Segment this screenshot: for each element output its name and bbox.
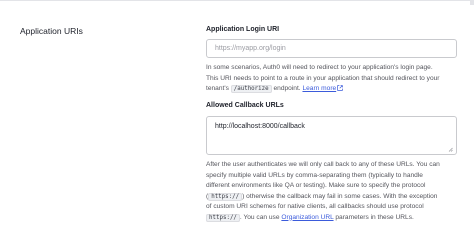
login-uri-label: Application Login URI <box>206 26 280 33</box>
learn-more-label: Learn more <box>302 85 337 92</box>
resize-grip-icon[interactable] <box>448 147 453 152</box>
learn-more-link[interactable]: Learn more <box>302 85 343 92</box>
https-code: https:// <box>208 192 243 201</box>
https-code: https:// <box>206 213 240 222</box>
callback-urls-help: After the user authenticates we will onl… <box>206 160 464 223</box>
login-uri-help-line: tenant's /authorize endpoint. Learn more <box>206 84 464 95</box>
callback-help-line: https://. You can use Organization URL p… <box>206 213 464 224</box>
callback-help-line: of custom URI schemes for native clients… <box>206 203 424 210</box>
help-text: parameters in these URLs. <box>335 213 414 221</box>
login-uri-help-line: In some scenarios, Auth0 will need to re… <box>206 64 433 71</box>
callback-help-line: different environments like QA or testin… <box>206 182 426 189</box>
help-text: endpoint. <box>273 85 301 92</box>
authorize-code: /authorize <box>230 85 272 93</box>
callback-urls-label: Allowed Callback URLs <box>206 102 284 109</box>
external-link-icon <box>337 85 343 91</box>
callback-help-line: (https://) otherwise the callback may fa… <box>206 192 464 203</box>
section-title: Application URIs <box>20 26 83 36</box>
help-text: . You can use <box>239 213 280 221</box>
section-divider <box>0 0 474 1</box>
callback-urls-value: http://localhost:8000/callback <box>215 123 305 130</box>
callback-help-line: After the user authenticates we will onl… <box>206 161 440 168</box>
help-text: ) otherwise the callback may fail in som… <box>242 192 438 200</box>
help-text: tenant's <box>206 85 229 92</box>
section-divider-corner <box>470 0 474 5</box>
login-uri-placeholder: https://myapp.org/login <box>215 45 286 52</box>
login-uri-input[interactable]: https://myapp.org/login <box>206 39 457 58</box>
callback-help-line: specify multiple valid URLs by comma-sep… <box>206 171 423 179</box>
organization-url-link[interactable]: Organization URL <box>281 214 333 221</box>
login-uri-help: In some scenarios, Auth0 will need to re… <box>206 63 464 95</box>
callback-urls-textarea[interactable]: http://localhost:8000/callback <box>206 116 457 155</box>
login-uri-help-line: This URI needs to point to a route in yo… <box>206 74 440 82</box>
